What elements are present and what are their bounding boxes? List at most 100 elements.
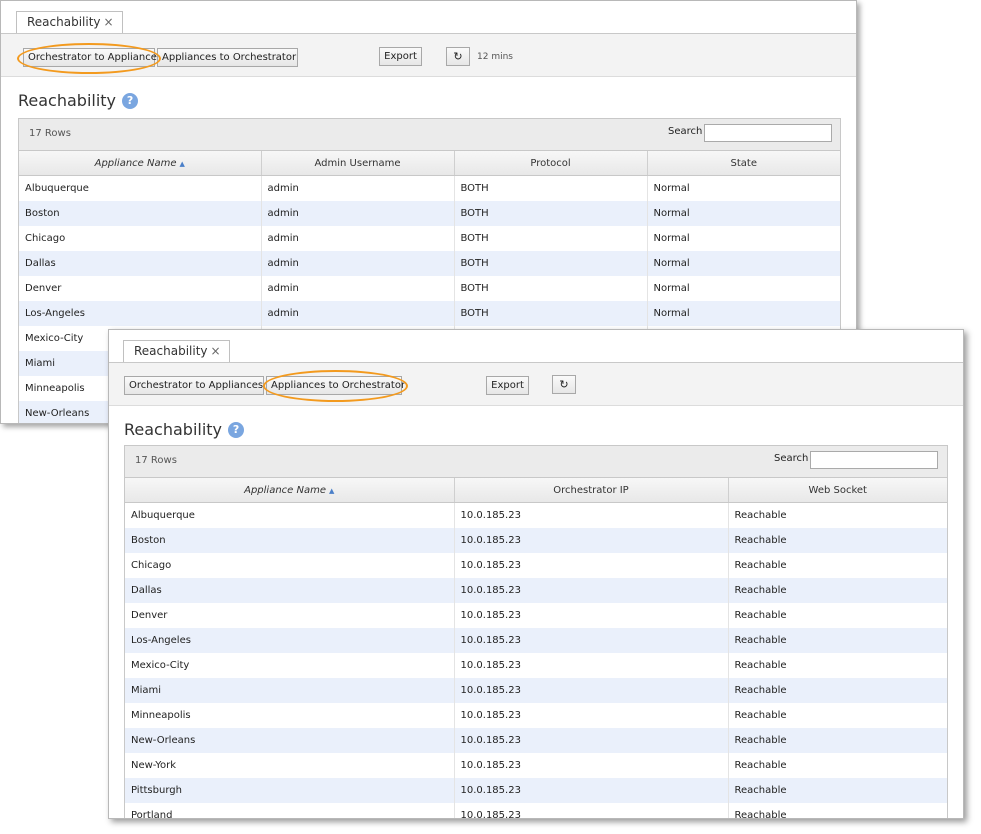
column-header-orchestrator-ip[interactable]: Orchestrator IP xyxy=(454,478,729,503)
table-row[interactable]: Dallas admin BOTH Normal xyxy=(19,251,840,276)
table-cell: Minneapolis xyxy=(125,703,455,728)
table-row[interactable]: Boston 10.0.185.23 Reachable xyxy=(125,528,947,553)
table-cell: 10.0.185.23 xyxy=(454,678,729,703)
table-cell: 10.0.185.23 xyxy=(454,653,729,678)
tab-label: Reachability xyxy=(27,15,101,29)
export-button[interactable]: Export xyxy=(486,376,529,395)
refresh-icon[interactable]: ↻ xyxy=(446,47,470,66)
table-cell: Chicago xyxy=(125,553,455,578)
table-cell: 10.0.185.23 xyxy=(454,578,729,603)
table-row[interactable]: New-Orleans 10.0.185.23 Reachable xyxy=(125,728,947,753)
close-icon[interactable]: × xyxy=(104,15,114,29)
table-cell: BOTH xyxy=(454,201,648,226)
table-cell: Pittsburgh xyxy=(125,778,455,803)
page-title: Reachability? xyxy=(124,420,245,439)
table-cell: 10.0.185.23 xyxy=(454,528,729,553)
table-cell: Reachable xyxy=(734,760,787,771)
sort-ascending-icon: ▲ xyxy=(329,486,335,495)
table-row[interactable]: Minneapolis 10.0.185.23 Reachable xyxy=(125,703,947,728)
close-icon[interactable]: × xyxy=(211,344,221,358)
table-cell: Normal xyxy=(647,301,840,326)
table-cell: Boston xyxy=(19,201,262,226)
table-cell: 10.0.185.23 xyxy=(454,628,729,653)
table-cell: 10.0.185.23 xyxy=(454,778,729,803)
table-cell: New-Orleans xyxy=(125,728,455,753)
table-cell: Chicago xyxy=(19,226,262,251)
tab-strip: Reachability × xyxy=(109,330,963,363)
column-header-protocol[interactable]: Protocol xyxy=(454,151,648,176)
table-cell: Reachable xyxy=(734,510,787,521)
help-icon[interactable]: ? xyxy=(228,422,245,438)
orchestrator-to-appliances-button[interactable]: Orchestrator to Appliances xyxy=(124,376,264,395)
search-input[interactable] xyxy=(704,124,832,142)
table-cell: 10.0.185.23 xyxy=(454,502,729,528)
table-row[interactable]: Portland 10.0.185.23 Reachable xyxy=(125,803,947,819)
table-cell: Normal xyxy=(647,251,840,276)
table-cell: BOTH xyxy=(454,175,648,201)
table-row[interactable]: Mexico-City 10.0.185.23 Reachable xyxy=(125,653,947,678)
table-cell: Reachable xyxy=(728,678,947,703)
table-cell: admin xyxy=(261,175,455,201)
page-title: Reachability? xyxy=(18,91,139,110)
table-row[interactable]: Albuquerque 10.0.185.23 Reachable xyxy=(125,502,947,528)
table-row[interactable]: Chicago admin BOTH Normal xyxy=(19,226,840,251)
page-title-text: Reachability xyxy=(18,91,117,110)
rows-count: 17 Rows xyxy=(29,128,71,139)
page-title-text: Reachability xyxy=(124,420,223,439)
table-cell: Reachable xyxy=(734,660,787,671)
refresh-interval: 12 mins xyxy=(477,52,513,62)
table-row[interactable]: Denver admin BOTH Normal xyxy=(19,276,840,301)
table-row[interactable]: Denver 10.0.185.23 Reachable xyxy=(125,603,947,628)
column-header-appliance-name[interactable]: Appliance Name ▲ xyxy=(19,151,262,176)
tab-reachability[interactable]: Reachability × xyxy=(16,11,123,33)
table-cell: BOTH xyxy=(454,276,648,301)
appliances-to-orchestrator-button[interactable]: Appliances to Orchestrator xyxy=(157,48,298,67)
table-cell: Reachable xyxy=(728,578,947,603)
table-row[interactable]: Los-Angeles admin BOTH Normal xyxy=(19,301,840,326)
appliances-to-orchestrator-button[interactable]: Appliances to Orchestrator xyxy=(266,376,405,395)
table-cell: admin xyxy=(261,276,455,301)
help-icon[interactable]: ? xyxy=(122,93,139,109)
sort-ascending-icon: ▲ xyxy=(179,159,185,168)
table-cell: Normal xyxy=(647,201,840,226)
table-row[interactable]: New-York 10.0.185.23 Reachable xyxy=(125,753,947,778)
header-row: Appliance Name ▲ Admin Username Protocol … xyxy=(19,151,840,176)
table-row[interactable]: Dallas 10.0.185.23 Reachable xyxy=(125,578,947,603)
reachability-grid: 17 Rows Search Appliance Name ▲ Orchestra… xyxy=(124,445,948,819)
table-row[interactable]: Los-Angeles 10.0.185.23 Reachable xyxy=(125,628,947,653)
table-cell: Los-Angeles xyxy=(125,628,455,653)
table-cell: Portland xyxy=(125,803,455,818)
table-cell: Reachable xyxy=(728,628,947,653)
bottom-reachability-panel: Reachability × Orchestrator to Appliances… xyxy=(108,329,964,819)
table-cell: Reachable xyxy=(734,810,787,819)
table-cell: Mexico-City xyxy=(125,653,455,678)
table-cell: Boston xyxy=(125,528,455,553)
table-row[interactable]: Miami 10.0.185.23 Reachable xyxy=(125,678,947,703)
table-cell: 10.0.185.23 xyxy=(454,603,729,628)
tab-label: Reachability xyxy=(134,344,208,358)
search-input[interactable] xyxy=(810,451,938,469)
table-row[interactable]: Chicago 10.0.185.23 Reachable xyxy=(125,553,947,578)
table-cell: Denver xyxy=(125,603,455,628)
column-header-appliance-name[interactable]: Appliance Name ▲ xyxy=(125,478,455,503)
table-cell: Reachable xyxy=(728,778,947,803)
table-row[interactable]: Boston admin BOTH Normal xyxy=(19,201,840,226)
table-cell: admin xyxy=(261,201,455,226)
tab-reachability[interactable]: Reachability × xyxy=(123,340,230,362)
table-cell: admin xyxy=(261,301,455,326)
table-cell: Reachable xyxy=(734,710,787,721)
table-row[interactable]: Albuquerque admin BOTH Normal xyxy=(19,175,840,201)
table-cell: Dallas xyxy=(19,251,262,276)
orchestrator-to-appliances-button[interactable]: Orchestrator to Appliances xyxy=(23,48,162,67)
table-cell: 10.0.185.23 xyxy=(454,803,729,818)
table-cell: 10.0.185.23 xyxy=(454,703,729,728)
column-header-admin-username[interactable]: Admin Username xyxy=(261,151,455,176)
table-cell: Normal xyxy=(653,233,690,244)
table-cell: 10.0.185.23 xyxy=(454,728,729,753)
export-button[interactable]: Export xyxy=(379,47,422,66)
table-cell: Normal xyxy=(653,183,690,194)
column-header-web-socket[interactable]: Web Socket xyxy=(728,478,947,503)
table-row[interactable]: Pittsburgh 10.0.185.23 Reachable xyxy=(125,778,947,803)
refresh-icon[interactable]: ↻ xyxy=(552,375,576,394)
column-header-state[interactable]: State xyxy=(647,151,840,176)
